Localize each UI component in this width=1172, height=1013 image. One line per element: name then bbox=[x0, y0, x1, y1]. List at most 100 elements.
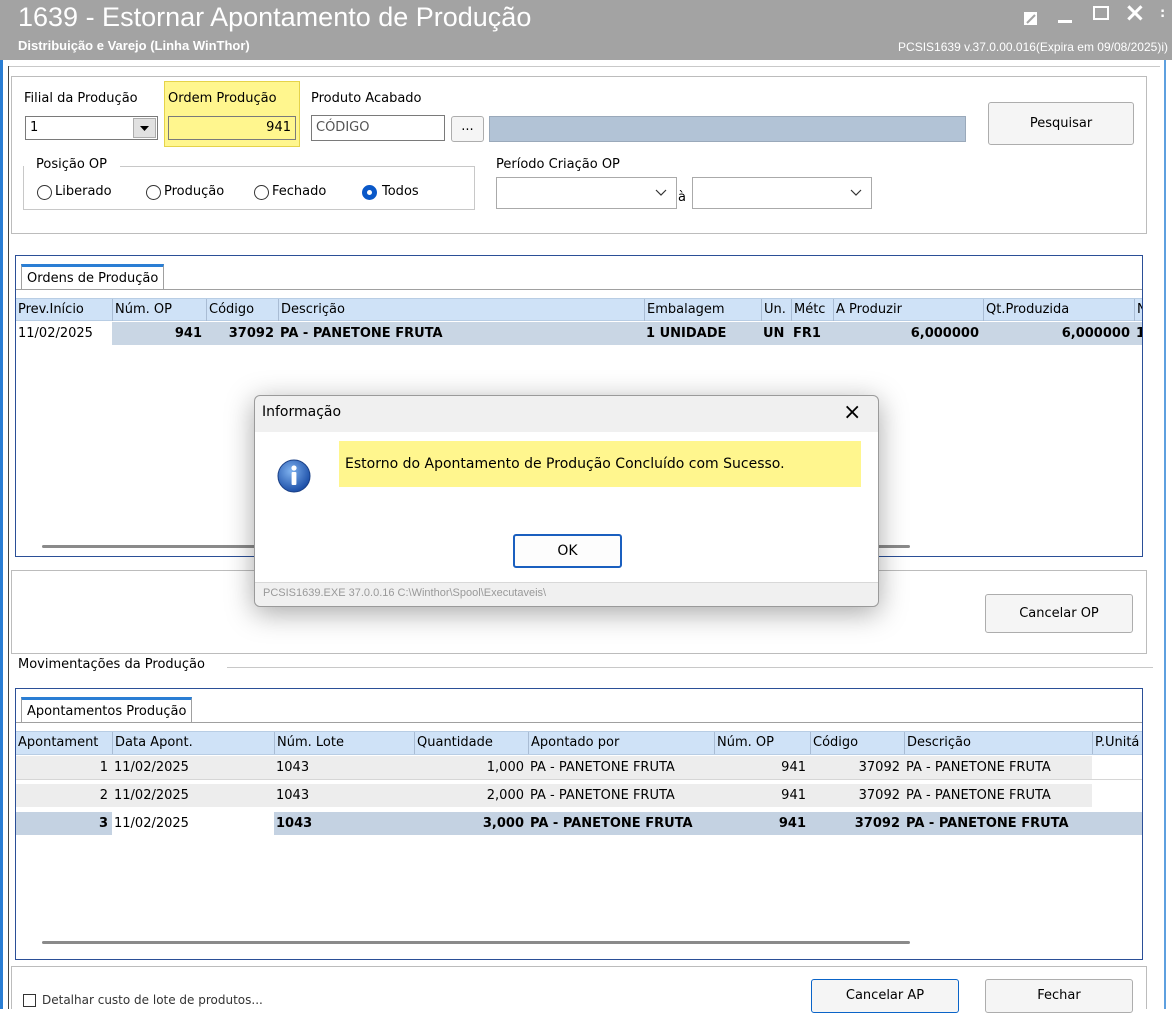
restore-icon[interactable] bbox=[1022, 2, 1040, 33]
produto-code-input[interactable]: CÓDIGO bbox=[311, 115, 445, 141]
tab-ordens-producao[interactable]: Ordens de Produção bbox=[21, 264, 165, 289]
radio-todos[interactable] bbox=[362, 185, 377, 200]
radio-liberado[interactable] bbox=[37, 185, 52, 200]
window-subtitle: Distribuição e Varejo (Linha WinThor) bbox=[18, 38, 250, 53]
dialog-message: Estorno do Apontamento de Produção Concl… bbox=[339, 441, 861, 487]
chevron-down-icon[interactable] bbox=[133, 118, 156, 138]
column-header[interactable]: Métc bbox=[791, 299, 833, 321]
radio-fechado-label: Fechado bbox=[272, 184, 327, 199]
table-cell: 11/02/2025 bbox=[112, 812, 274, 835]
maximize-icon[interactable] bbox=[1093, 6, 1109, 20]
title-bar: 1639 - Estornar Apontamento de Produção … bbox=[0, 0, 1172, 60]
fechar-button[interactable]: Fechar bbox=[985, 979, 1133, 1013]
version-label: PCSIS1639 v.37.0.00.016(Expira em 09/08/… bbox=[898, 40, 1168, 54]
column-header[interactable]: Núm. Lote bbox=[274, 732, 414, 754]
chevron-down-icon bbox=[655, 189, 667, 196]
close-icon[interactable]: × bbox=[1124, 0, 1146, 28]
periodo-label: Período Criação OP bbox=[496, 157, 620, 172]
table-cell: PA - PANETONE FRUTA bbox=[906, 760, 1051, 775]
divider bbox=[16, 289, 1142, 290]
cancelar-ap-button[interactable]: Cancelar AP bbox=[811, 979, 959, 1013]
column-header[interactable]: Embalagem bbox=[644, 299, 761, 321]
ok-button[interactable]: OK bbox=[513, 534, 622, 568]
column-header[interactable]: Núm. OP bbox=[714, 732, 810, 754]
apontamentos-grid-body: 1 11/02/2025 1043 1,000 PA - PANETONE FR… bbox=[16, 756, 1142, 840]
produto-browse-button[interactable]: ... bbox=[451, 116, 484, 142]
column-header[interactable]: Núm. OP bbox=[112, 299, 206, 321]
column-header[interactable]: Apontament bbox=[16, 732, 112, 754]
table-cell: 1 UNIDADE bbox=[644, 322, 761, 345]
column-header[interactable]: Prev.Início bbox=[16, 299, 112, 321]
window-title: 1639 - Estornar Apontamento de Produção bbox=[18, 2, 532, 32]
ordens-grid-header: Prev.Início Núm. OP Código Descrição Emb… bbox=[16, 298, 1142, 321]
table-row[interactable]: 1 11/02/2025 1043 1,000 PA - PANETONE FR… bbox=[16, 756, 1142, 780]
table-cell: 1,000 bbox=[486, 760, 524, 775]
table-cell: 2,000 bbox=[486, 788, 524, 803]
horizontal-scrollbar[interactable] bbox=[42, 941, 910, 944]
column-header[interactable]: Quantidade bbox=[414, 732, 528, 754]
table-cell: PA - PANETONE FRUTA bbox=[906, 788, 1051, 803]
pesquisar-button[interactable]: Pesquisar bbox=[988, 102, 1134, 145]
apontamentos-grid-header: Apontament Data Apont. Núm. Lote Quantid… bbox=[16, 731, 1142, 755]
table-row[interactable]: 2 11/02/2025 1043 2,000 PA - PANETONE FR… bbox=[16, 784, 1142, 807]
radio-liberado-label: Liberado bbox=[55, 184, 112, 199]
cancelar-op-button[interactable]: Cancelar OP bbox=[985, 594, 1133, 633]
table-cell: 1 bbox=[99, 760, 108, 775]
filial-select[interactable]: 1 bbox=[25, 116, 158, 140]
table-cell: 3 bbox=[98, 816, 108, 831]
table-cell: 941 bbox=[781, 760, 806, 775]
divider bbox=[8, 66, 1160, 67]
dialog-body: Estorno do Apontamento de Produção Concl… bbox=[255, 432, 878, 582]
more-icon[interactable]: : bbox=[1160, 6, 1165, 24]
table-cell: 11/02/2025 bbox=[114, 760, 189, 775]
table-cell: 1043 bbox=[276, 788, 310, 803]
column-header[interactable]: N bbox=[1134, 299, 1142, 321]
ordens-grid-body: 11/02/2025 941 37092 PA - PANETONE FRUTA… bbox=[16, 322, 1142, 346]
periodo-separator: à bbox=[678, 190, 686, 205]
dialog-footer-path: PCSIS1639.EXE 37.0.0.16 C:\Winthor\Spool… bbox=[263, 587, 547, 599]
table-cell: 941 bbox=[778, 816, 806, 831]
table-cell bbox=[1092, 756, 1142, 779]
periodo-to-select[interactable] bbox=[692, 177, 872, 209]
detalhar-checkbox[interactable] bbox=[23, 994, 36, 1007]
table-cell: PA - PANETONE FRUTA bbox=[906, 816, 1069, 831]
column-header[interactable]: Código bbox=[810, 732, 904, 754]
movimentacoes-label: Movimentações da Produção bbox=[18, 657, 205, 672]
table-cell: 37092 bbox=[854, 816, 900, 831]
tab-apontamentos-producao[interactable]: Apontamentos Produção bbox=[21, 697, 193, 722]
table-cell: 37092 bbox=[206, 322, 278, 345]
column-header[interactable]: P.Unitá bbox=[1092, 732, 1142, 754]
column-header[interactable]: Descrição bbox=[904, 732, 1092, 754]
column-header[interactable]: A Produzir bbox=[833, 299, 983, 321]
periodo-from-select[interactable] bbox=[496, 177, 677, 209]
ordem-input[interactable]: 941 bbox=[168, 116, 296, 140]
table-cell: 6,000000 bbox=[983, 322, 1134, 345]
radio-todos-label: Todos bbox=[382, 184, 419, 199]
dialog-title: Informação bbox=[262, 404, 342, 420]
column-header[interactable]: Qt.Produzida bbox=[983, 299, 1134, 321]
table-cell: 1 bbox=[1134, 322, 1142, 345]
table-row-selected[interactable]: 3 11/02/2025 1043 3,000 PA - PANETONE FR… bbox=[16, 812, 1142, 835]
column-header[interactable]: Descrição bbox=[278, 299, 644, 321]
table-cell: 1043 bbox=[276, 816, 313, 831]
detalhar-checkbox-label: Detalhar custo de lote de produtos... bbox=[42, 993, 263, 1007]
close-icon[interactable]: × bbox=[843, 400, 861, 425]
info-dialog: Informação × Estorno do Apontamento de P… bbox=[254, 395, 879, 607]
radio-fechado[interactable] bbox=[254, 185, 269, 200]
column-header[interactable]: Código bbox=[206, 299, 278, 321]
table-cell: 11/02/2025 bbox=[16, 322, 112, 345]
radio-producao[interactable] bbox=[146, 185, 161, 200]
column-header[interactable]: Apontado por bbox=[528, 732, 714, 754]
column-header[interactable]: Data Apont. bbox=[112, 732, 274, 754]
column-header[interactable]: Un. bbox=[761, 299, 791, 321]
minimize-icon[interactable] bbox=[1058, 20, 1072, 23]
table-cell: 37092 bbox=[858, 760, 900, 775]
table-row[interactable]: 11/02/2025 941 37092 PA - PANETONE FRUTA… bbox=[16, 322, 1142, 345]
table-cell: 6,000000 bbox=[833, 322, 983, 345]
table-cell: PA - PANETONE FRUTA bbox=[278, 322, 644, 345]
table-cell: 11/02/2025 bbox=[114, 788, 189, 803]
table-cell: 1043 bbox=[276, 760, 310, 775]
table-cell: 941 bbox=[112, 322, 206, 345]
window-frame-right bbox=[1164, 60, 1166, 1009]
produto-desc-field bbox=[489, 116, 966, 142]
